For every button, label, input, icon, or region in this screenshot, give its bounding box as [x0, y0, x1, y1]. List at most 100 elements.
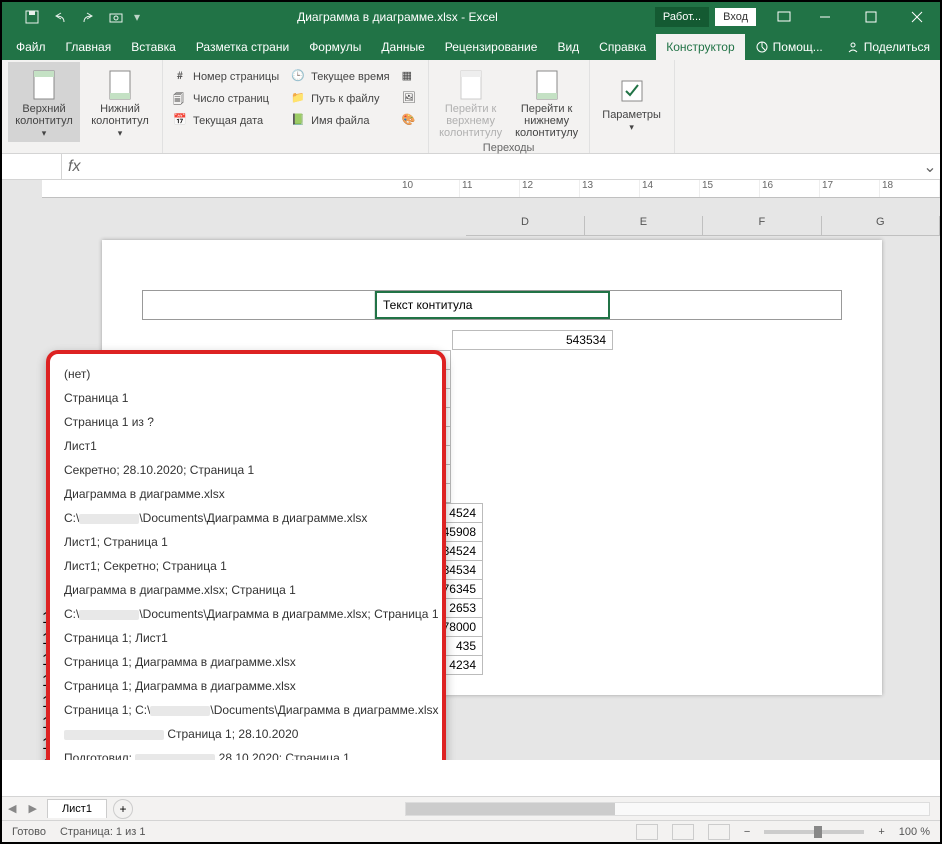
- fx-icon[interactable]: fx: [62, 158, 86, 176]
- page-down-icon: [531, 69, 563, 101]
- ribbon-tabs: Файл Главная Вставка Разметка страни Фор…: [2, 32, 940, 60]
- group-nav-label: Переходы: [435, 142, 583, 156]
- page-count-button[interactable]: 🗐Число страниц: [169, 88, 283, 110]
- dropdown-item[interactable]: Лист1; Секретно; Страница 1: [50, 554, 442, 578]
- tab-formulas[interactable]: Формулы: [299, 34, 371, 60]
- dropdown-item[interactable]: Страница 1; Диаграмма в диаграмме.xlsx: [50, 650, 442, 674]
- header-right-cell[interactable]: [610, 291, 841, 319]
- folder-icon: 📁: [291, 91, 307, 107]
- dropdown-item[interactable]: Страница 1; Диаграмма в диаграмме.xlsx: [50, 674, 442, 698]
- maximize-button[interactable]: [848, 2, 894, 32]
- tab-nav-next[interactable]: ▶: [22, 802, 42, 815]
- header-center-cell[interactable]: Текст контитула: [375, 291, 610, 319]
- zoom-slider[interactable]: [764, 830, 864, 834]
- dropdown-item[interactable]: Лист1; Страница 1: [50, 530, 442, 554]
- tab-insert[interactable]: Вставка: [121, 34, 186, 60]
- header-presets-dropdown: (нет)Страница 1Страница 1 из ?Лист1 Секр…: [46, 350, 446, 760]
- dropdown-item[interactable]: Страница 1 из ?: [50, 410, 442, 434]
- tab-view[interactable]: Вид: [547, 34, 589, 60]
- page-number-button[interactable]: #️Номер страницы: [169, 66, 283, 88]
- dropdown-item[interactable]: Страница 1; C:\\Documents\Диаграмма в ди…: [50, 698, 442, 722]
- camera-icon[interactable]: [106, 7, 126, 27]
- dropdown-item[interactable]: (нет): [50, 362, 442, 386]
- cell[interactable]: 543534: [453, 331, 613, 350]
- page-icon: [28, 69, 60, 101]
- goto-bottom-header-button[interactable]: Перейти к нижнему колонтитулу: [511, 62, 583, 142]
- tell-me[interactable]: Помощ...: [745, 34, 833, 60]
- dropdown-item[interactable]: Диаграмма в диаграмме.xlsx; Страница 1: [50, 578, 442, 602]
- col-header[interactable]: F: [703, 216, 821, 236]
- dropdown-item[interactable]: Страница 1: [50, 386, 442, 410]
- minimize-button[interactable]: [802, 2, 848, 32]
- share-button[interactable]: Поделиться: [836, 34, 940, 60]
- sheet-tab[interactable]: Лист1: [47, 799, 107, 818]
- tab-file[interactable]: Файл: [6, 34, 56, 60]
- horizontal-scrollbar[interactable]: [405, 802, 930, 816]
- header-bottom-button[interactable]: Нижний колонтитул▾: [84, 62, 156, 142]
- title-bar: ▾ Диаграмма в диаграмме.xlsx - Excel Раб…: [2, 2, 940, 32]
- ribbon-display-icon[interactable]: [776, 9, 792, 25]
- save-icon[interactable]: [22, 7, 42, 27]
- goto-top-header-button: Перейти к верхнему колонтитулу: [435, 62, 507, 142]
- tab-nav-prev[interactable]: ◀: [2, 802, 22, 815]
- view-page-layout-icon[interactable]: [672, 824, 694, 840]
- parameters-button[interactable]: Параметры▾: [596, 62, 668, 142]
- picture-button[interactable]: 🖼: [398, 88, 422, 110]
- checkbox-icon: [616, 75, 648, 107]
- dropdown-item[interactable]: C:\\Documents\Диаграмма в диаграмме.xlsx: [50, 506, 442, 530]
- tab-designer[interactable]: Конструктор: [656, 34, 744, 60]
- page-header: Текст контитула: [142, 290, 842, 320]
- zoom-out-button[interactable]: −: [744, 826, 750, 838]
- col-header[interactable]: G: [822, 216, 940, 236]
- col-header[interactable]: E: [585, 216, 703, 236]
- column-headers: D E F G: [42, 216, 940, 236]
- status-ready: Готово: [12, 826, 46, 838]
- sheet-icon: ▦: [402, 69, 418, 85]
- tab-home[interactable]: Главная: [56, 34, 122, 60]
- signin-button[interactable]: Вход: [715, 8, 756, 26]
- name-box[interactable]: [2, 154, 62, 179]
- tab-review[interactable]: Рецензирование: [435, 34, 548, 60]
- hash-icon: #️: [173, 69, 189, 85]
- view-page-break-icon[interactable]: [708, 824, 730, 840]
- tab-help[interactable]: Справка: [589, 34, 656, 60]
- clock-icon: 🕒: [291, 69, 307, 85]
- window-title: Диаграмма в диаграмме.xlsx - Excel: [140, 10, 655, 24]
- formula-bar: fx ⌄: [2, 154, 940, 180]
- format-picture-icon: 🎨: [402, 113, 418, 129]
- worksheet-area: 101112131415161718 D E F G Текст контиту…: [2, 180, 940, 760]
- sheet-name-button[interactable]: ▦: [398, 66, 422, 88]
- redo-icon[interactable]: [78, 7, 98, 27]
- tab-data[interactable]: Данные: [371, 34, 434, 60]
- excel-icon: 📗: [291, 113, 307, 129]
- current-time-button[interactable]: 🕒Текущее время: [287, 66, 393, 88]
- view-normal-icon[interactable]: [636, 824, 658, 840]
- undo-icon[interactable]: [50, 7, 70, 27]
- format-picture-button: 🎨: [398, 110, 422, 132]
- dropdown-item[interactable]: C:\\Documents\Диаграмма в диаграмме.xlsx…: [50, 602, 442, 626]
- dropdown-item[interactable]: Лист1: [50, 434, 442, 458]
- file-path-button[interactable]: 📁Путь к файлу: [287, 88, 393, 110]
- dropdown-item[interactable]: Страница 1; 28.10.2020: [50, 722, 442, 746]
- header-left-cell[interactable]: [143, 291, 375, 319]
- zoom-level: 100 %: [899, 826, 930, 838]
- add-sheet-button[interactable]: +: [113, 799, 133, 819]
- data-grid[interactable]: 543534: [452, 330, 613, 350]
- dropdown-item[interactable]: Страница 1; Лист1: [50, 626, 442, 650]
- file-name-button[interactable]: 📗Имя файла: [287, 110, 393, 132]
- col-header[interactable]: D: [466, 216, 584, 236]
- tab-layout[interactable]: Разметка страни: [186, 34, 299, 60]
- zoom-in-button[interactable]: +: [878, 826, 884, 838]
- page-icon: [104, 69, 136, 101]
- dropdown-item[interactable]: Подготовил: 28.10.2020; Страница 1: [50, 746, 442, 760]
- current-date-button[interactable]: 📅Текущая дата: [169, 110, 283, 132]
- sheet-tab-bar: ◀ ▶ Лист1 +: [2, 796, 940, 820]
- expand-formula-icon[interactable]: ⌄: [920, 157, 940, 177]
- close-button[interactable]: [894, 2, 940, 32]
- dropdown-item[interactable]: Диаграмма в диаграмме.xlsx: [50, 482, 442, 506]
- ribbon: Верхний колонтитул▾ Нижний колонтитул▾ #…: [2, 60, 940, 154]
- header-top-button[interactable]: Верхний колонтитул▾: [8, 62, 80, 142]
- mode-badge: Работ...: [655, 7, 709, 27]
- pages-icon: 🗐: [173, 91, 189, 107]
- dropdown-item[interactable]: Секретно; 28.10.2020; Страница 1: [50, 458, 442, 482]
